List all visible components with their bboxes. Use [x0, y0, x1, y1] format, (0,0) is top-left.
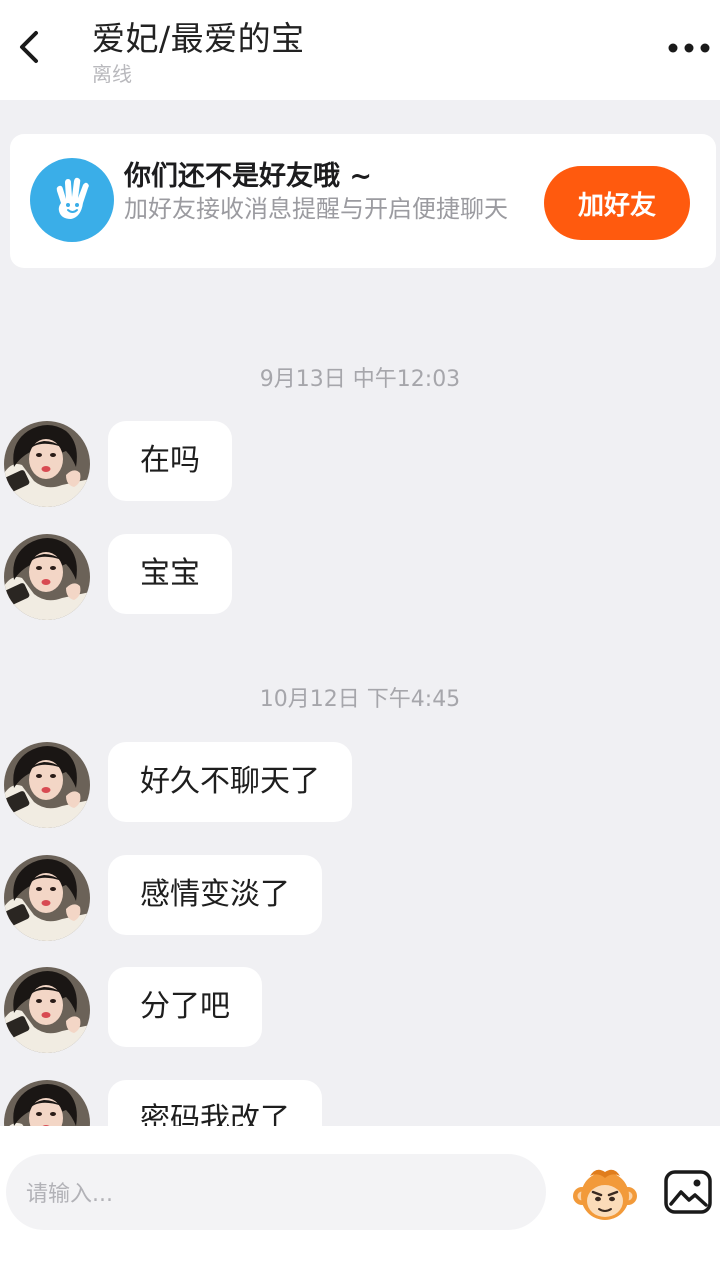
message-row: 感情变淡了	[0, 855, 720, 945]
image-icon	[664, 1170, 712, 1214]
online-status: 离线	[92, 62, 132, 86]
waving-hand-icon	[56, 177, 89, 219]
avatar[interactable]	[4, 534, 90, 620]
monkey-emoji-icon	[573, 1169, 637, 1220]
message-bubble[interactable]: 感情变淡了	[108, 855, 322, 935]
message-row: 分了吧	[0, 967, 720, 1057]
message-row: 在吗	[0, 421, 720, 511]
chat-title[interactable]: 爱妃/最爱的宝	[92, 12, 305, 60]
avatar[interactable]	[4, 855, 90, 941]
timestamp: 9月13日 中午12:03	[259, 367, 461, 392]
card-icon	[30, 158, 114, 242]
emoji-button[interactable]	[570, 1158, 640, 1228]
add-friend-card: 你们还不是好友哦 ~ 加好友接收消息提醒与开启便捷聊天 加好友	[10, 134, 716, 268]
avatar[interactable]	[4, 742, 90, 828]
avatar[interactable]	[4, 421, 90, 507]
image-button[interactable]	[660, 1164, 716, 1220]
message-bubble[interactable]: 宝宝	[108, 534, 232, 614]
timestamp: 10月12日 下午4:45	[259, 687, 461, 712]
avatar[interactable]	[4, 967, 90, 1053]
more-button[interactable]	[666, 28, 712, 68]
message-bubble[interactable]: 分了吧	[108, 967, 262, 1047]
input-placeholder: 请输入...	[26, 1182, 113, 1207]
message-input[interactable]: 请输入...	[6, 1154, 546, 1230]
card-title: 你们还不是好友哦 ~	[124, 161, 373, 192]
more-dots-icon	[668, 43, 710, 53]
back-button[interactable]	[6, 22, 52, 72]
input-bar: 请输入...	[0, 1126, 720, 1280]
chevron-left-icon	[20, 31, 38, 63]
message-bubble[interactable]: 好久不聊天了	[108, 742, 352, 822]
chat-header: 爱妃/最爱的宝 离线	[0, 0, 720, 100]
message-row: 好久不聊天了	[0, 742, 720, 832]
card-description: 加好友接收消息提醒与开启便捷聊天	[124, 195, 508, 223]
add-friend-button[interactable]: 加好友	[544, 166, 690, 240]
message-bubble[interactable]: 在吗	[108, 421, 232, 501]
message-row: 宝宝	[0, 534, 720, 624]
